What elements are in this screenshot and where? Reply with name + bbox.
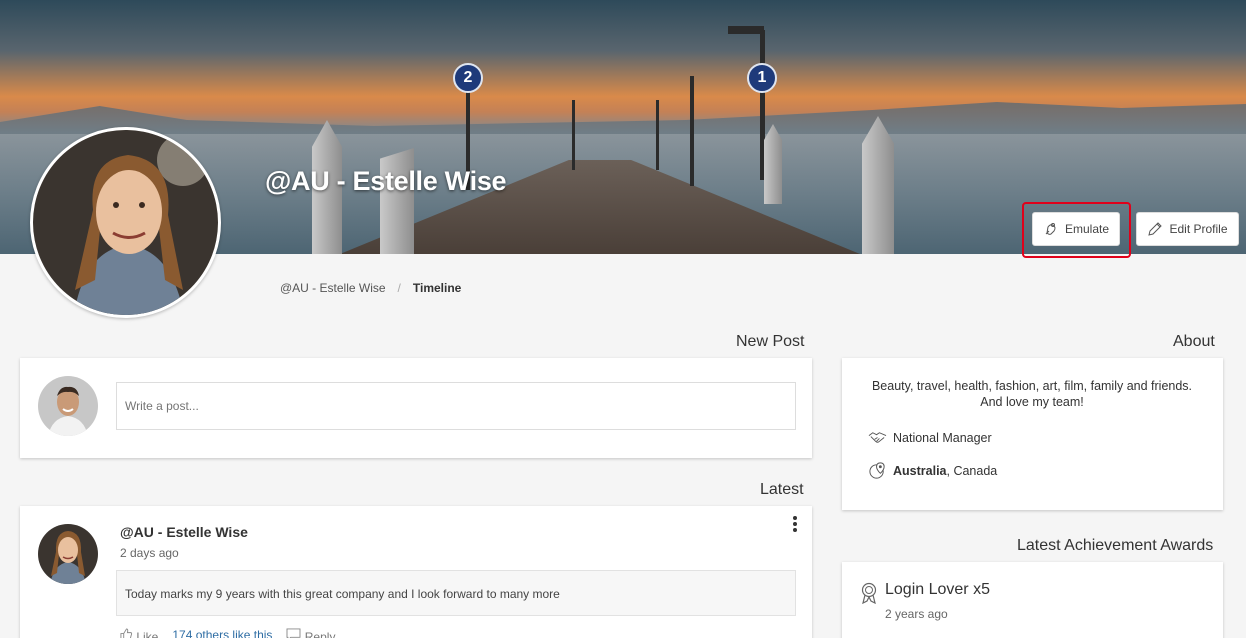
likes-count-link[interactable]: 174 others like this (172, 628, 272, 638)
thumbs-up-icon (120, 628, 133, 638)
about-bio-line-1: Beauty, travel, health, fashion, art, fi… (871, 379, 1193, 393)
handshake-icon (868, 432, 887, 443)
cover-hills (0, 102, 1246, 138)
like-label: Like (136, 630, 159, 638)
breadcrumb-current: Timeline (412, 281, 462, 295)
latest-title: Latest (760, 481, 804, 498)
post-timestamp: 2 days ago (120, 546, 179, 560)
post-card: @AU - Estelle Wise 2 days ago Today mark… (20, 506, 812, 638)
new-post-title: New Post (736, 333, 805, 350)
post-author-name[interactable]: @AU - Estelle Wise (120, 524, 248, 540)
breadcrumb: @AU - Estelle Wise / Timeline (280, 281, 461, 295)
profile-name: @AU - Estelle Wise (265, 166, 507, 196)
ribbon-award-icon (861, 582, 877, 604)
reply-button[interactable]: Reply (286, 628, 335, 638)
about-role-text: National Manager (893, 430, 992, 445)
about-title: About (1173, 333, 1215, 350)
about-location: Australia, Canada (868, 461, 997, 480)
breadcrumb-profile-link[interactable]: @AU - Estelle Wise (280, 281, 386, 295)
award-name[interactable]: Login Lover x5 (885, 581, 990, 599)
current-user-avatar-image (38, 376, 98, 436)
like-button[interactable]: Like (120, 628, 158, 638)
awards-card: Login Lover x5 2 years ago (842, 562, 1223, 638)
emulate-button[interactable]: Emulate (1032, 212, 1120, 246)
current-user-avatar (38, 376, 98, 436)
post-author-avatar-image (38, 524, 98, 584)
cover-sign-1: 1 (747, 63, 777, 93)
post-author-avatar[interactable] (38, 524, 98, 584)
emulate-hand-icon (1045, 223, 1056, 235)
location-pin-icon (869, 462, 885, 479)
about-bio: Beauty, travel, health, fashion, art, fi… (842, 378, 1222, 410)
profile-avatar-image (33, 130, 218, 315)
kebab-menu-icon[interactable] (792, 516, 798, 532)
cover-lamp-post (572, 100, 575, 170)
about-card: Beauty, travel, health, fashion, art, fi… (842, 358, 1223, 510)
cover-pillar (380, 148, 414, 254)
cover-lamp-post (656, 100, 659, 170)
emulate-button-label: Emulate (1064, 222, 1110, 236)
comment-icon (286, 628, 301, 638)
post-text: Today marks my 9 years with this great c… (116, 570, 796, 616)
award-time: 2 years ago (885, 607, 948, 621)
cover-pillar (862, 116, 894, 254)
cover-sign-2: 2 (453, 63, 483, 93)
cover-lamp-head (728, 26, 764, 34)
awards-title: Latest Achievement Awards (1017, 537, 1214, 554)
cover-pillar (764, 124, 782, 204)
edit-profile-button-label: Edit Profile (1169, 222, 1228, 236)
breadcrumb-separator: / (397, 281, 401, 295)
cover-lamp-post (690, 76, 694, 186)
write-post-input[interactable] (116, 382, 796, 430)
about-location-rest: , Canada (946, 463, 998, 478)
about-role: National Manager (868, 428, 992, 447)
new-post-card (20, 358, 812, 458)
pencil-icon (1148, 222, 1163, 236)
profile-avatar[interactable] (30, 127, 221, 318)
post-actions: Like 174 others like this Reply (120, 628, 335, 638)
about-bio-line-2: And love my team! (980, 395, 1084, 409)
edit-profile-button[interactable]: Edit Profile (1136, 212, 1239, 246)
about-location-primary: Australia (893, 463, 947, 478)
about-location-text: Australia, Canada (893, 464, 997, 478)
reply-label: Reply (304, 630, 336, 638)
